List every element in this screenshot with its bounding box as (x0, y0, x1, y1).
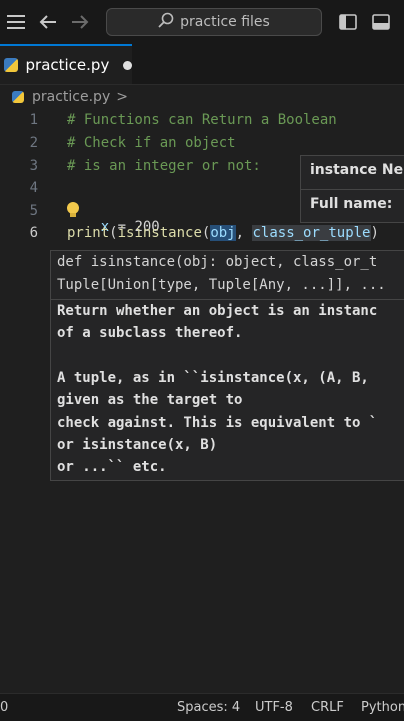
breadcrumb: practice.py > (0, 86, 404, 108)
tab-practice-py[interactable]: practice.py (0, 44, 132, 84)
code-line-2: # Check if an object (67, 135, 236, 151)
breadcrumb-file[interactable]: practice.py (32, 89, 110, 105)
doc-line: A tuple, as in ``isinstance(x, (A, B, (57, 370, 369, 386)
line-number: 4 (29, 180, 38, 196)
line-number: 2 (29, 135, 38, 151)
status-eol[interactable]: CRLF (311, 700, 344, 715)
back-arrow-icon[interactable] (36, 10, 60, 34)
code-line-6: print(isinstance(obj, class_or_tuple) (67, 225, 379, 241)
doc-line: given as the target to (57, 392, 243, 408)
doc-line: or ...`` etc. (57, 459, 167, 475)
status-encoding[interactable]: UTF-8 (255, 700, 293, 715)
line-number-current: 6 (29, 225, 38, 241)
doc-line: or isinstance(x, B) (57, 437, 218, 453)
toggle-panel-icon[interactable] (369, 10, 393, 34)
status-language[interactable]: Python (361, 700, 404, 715)
title-bar: practice files (0, 0, 404, 44)
hover-tooltip: instance Ne Full name: (300, 155, 404, 223)
signature-line-2: Tuple[Union[type, Tuple[Any, ...]], ... (57, 277, 386, 293)
code-line-3: # is an integer or not: (67, 158, 261, 174)
doc-line: Return whether an object is an instanc (57, 303, 378, 319)
doc-line: check against. This is equivalent to ` (57, 415, 378, 431)
tab-bar: practice.py (0, 44, 404, 85)
line-number: 3 (29, 158, 38, 174)
hover-divider (301, 189, 404, 190)
toggle-sidebar-icon[interactable] (336, 10, 360, 34)
signature-divider (51, 299, 404, 300)
arg-obj: obj (210, 225, 236, 241)
status-problems[interactable]: 0 (0, 700, 8, 715)
python-file-icon (12, 91, 24, 103)
hover-title: instance Ne (310, 162, 404, 178)
search-placeholder: practice files (180, 14, 270, 30)
command-center-search[interactable]: practice files (106, 8, 322, 36)
python-file-icon (4, 58, 18, 72)
doc-line: of a subclass thereof. (57, 325, 243, 341)
line-number: 5 (29, 203, 38, 219)
menu-icon[interactable] (4, 10, 28, 34)
forward-arrow-icon[interactable] (68, 10, 92, 34)
status-bar: 0 Spaces: 4 UTF-8 CRLF Python (0, 693, 404, 721)
tab-label: practice.py (25, 56, 110, 74)
line-number: 1 (29, 112, 38, 128)
hover-fullname: Full name: (310, 196, 393, 212)
search-icon (158, 12, 174, 32)
code-line-1: # Functions can Return a Boolean (67, 112, 337, 128)
status-indentation[interactable]: Spaces: 4 (177, 700, 240, 715)
lightbulb-icon[interactable] (66, 201, 80, 219)
unsaved-dot-icon[interactable] (123, 60, 132, 70)
signature-line-1: def isinstance(obj: object, class_or_t (57, 254, 378, 270)
arg-class-or-tuple: class_or_tuple (252, 225, 371, 241)
signature-help-popup: def isinstance(obj: object, class_or_t T… (50, 250, 404, 481)
breadcrumb-separator: > (116, 89, 128, 105)
